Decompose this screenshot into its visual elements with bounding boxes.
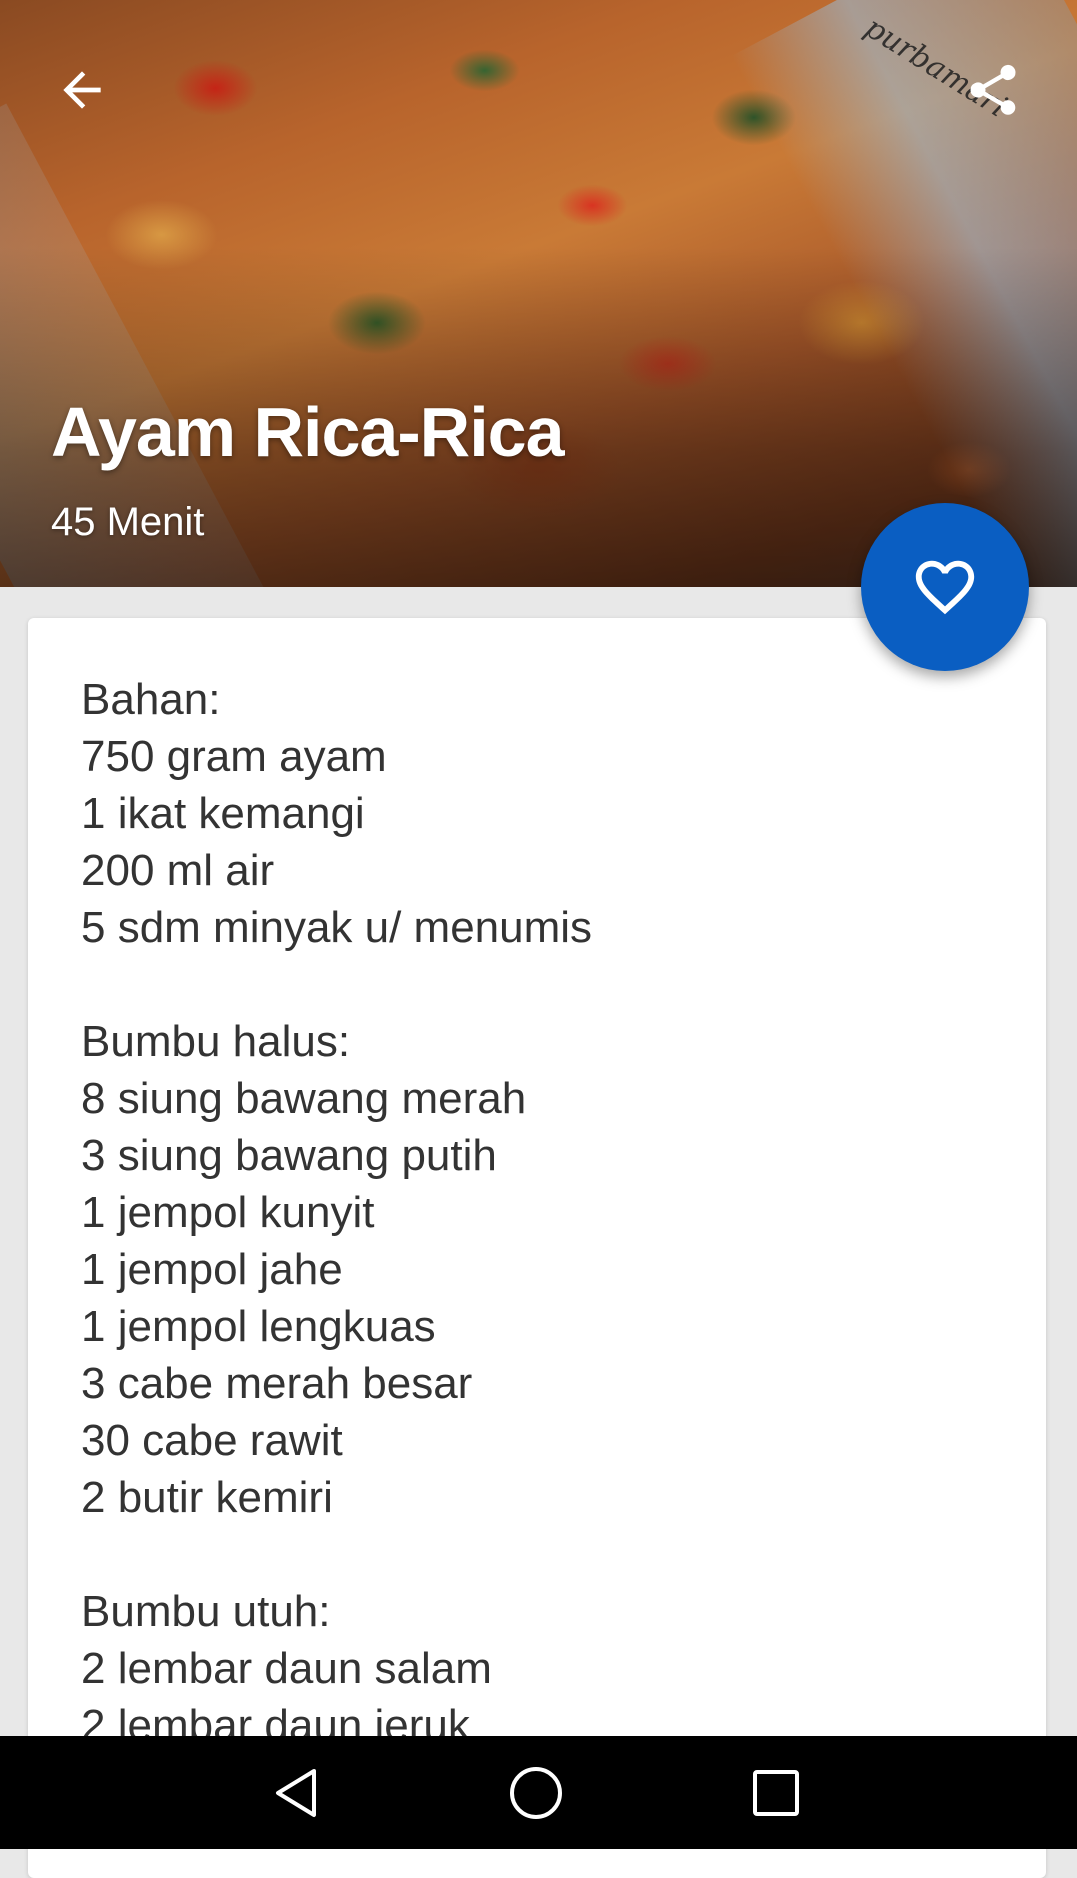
- favorite-button[interactable]: [861, 503, 1029, 671]
- share-button[interactable]: [951, 48, 1035, 132]
- recipe-hero-image: purbamari Ayam Rica-Rica 45 Menit: [0, 0, 1077, 587]
- recipe-title: Ayam Rica-Rica: [51, 393, 565, 471]
- share-icon: [970, 64, 1016, 115]
- nav-back-button[interactable]: [251, 1756, 341, 1830]
- recipe-duration: 45 Menit: [51, 500, 205, 544]
- recipe-card: Bahan: 750 gram ayam 1 ikat kemangi 200 …: [28, 618, 1046, 1878]
- nav-back-triangle-icon: [276, 1769, 316, 1817]
- nav-home-circle-icon: [510, 1767, 562, 1819]
- arrow-left-icon: [63, 71, 101, 109]
- nav-recents-button[interactable]: [731, 1756, 821, 1830]
- nav-recents-square-icon: [753, 1770, 799, 1816]
- recipe-ingredients-text: Bahan: 750 gram ayam 1 ikat kemangi 200 …: [81, 675, 593, 1750]
- heart-outline-icon: [915, 560, 975, 615]
- back-button[interactable]: [40, 48, 124, 132]
- nav-home-button[interactable]: [491, 1756, 581, 1830]
- system-navigation-bar: [0, 1736, 1077, 1849]
